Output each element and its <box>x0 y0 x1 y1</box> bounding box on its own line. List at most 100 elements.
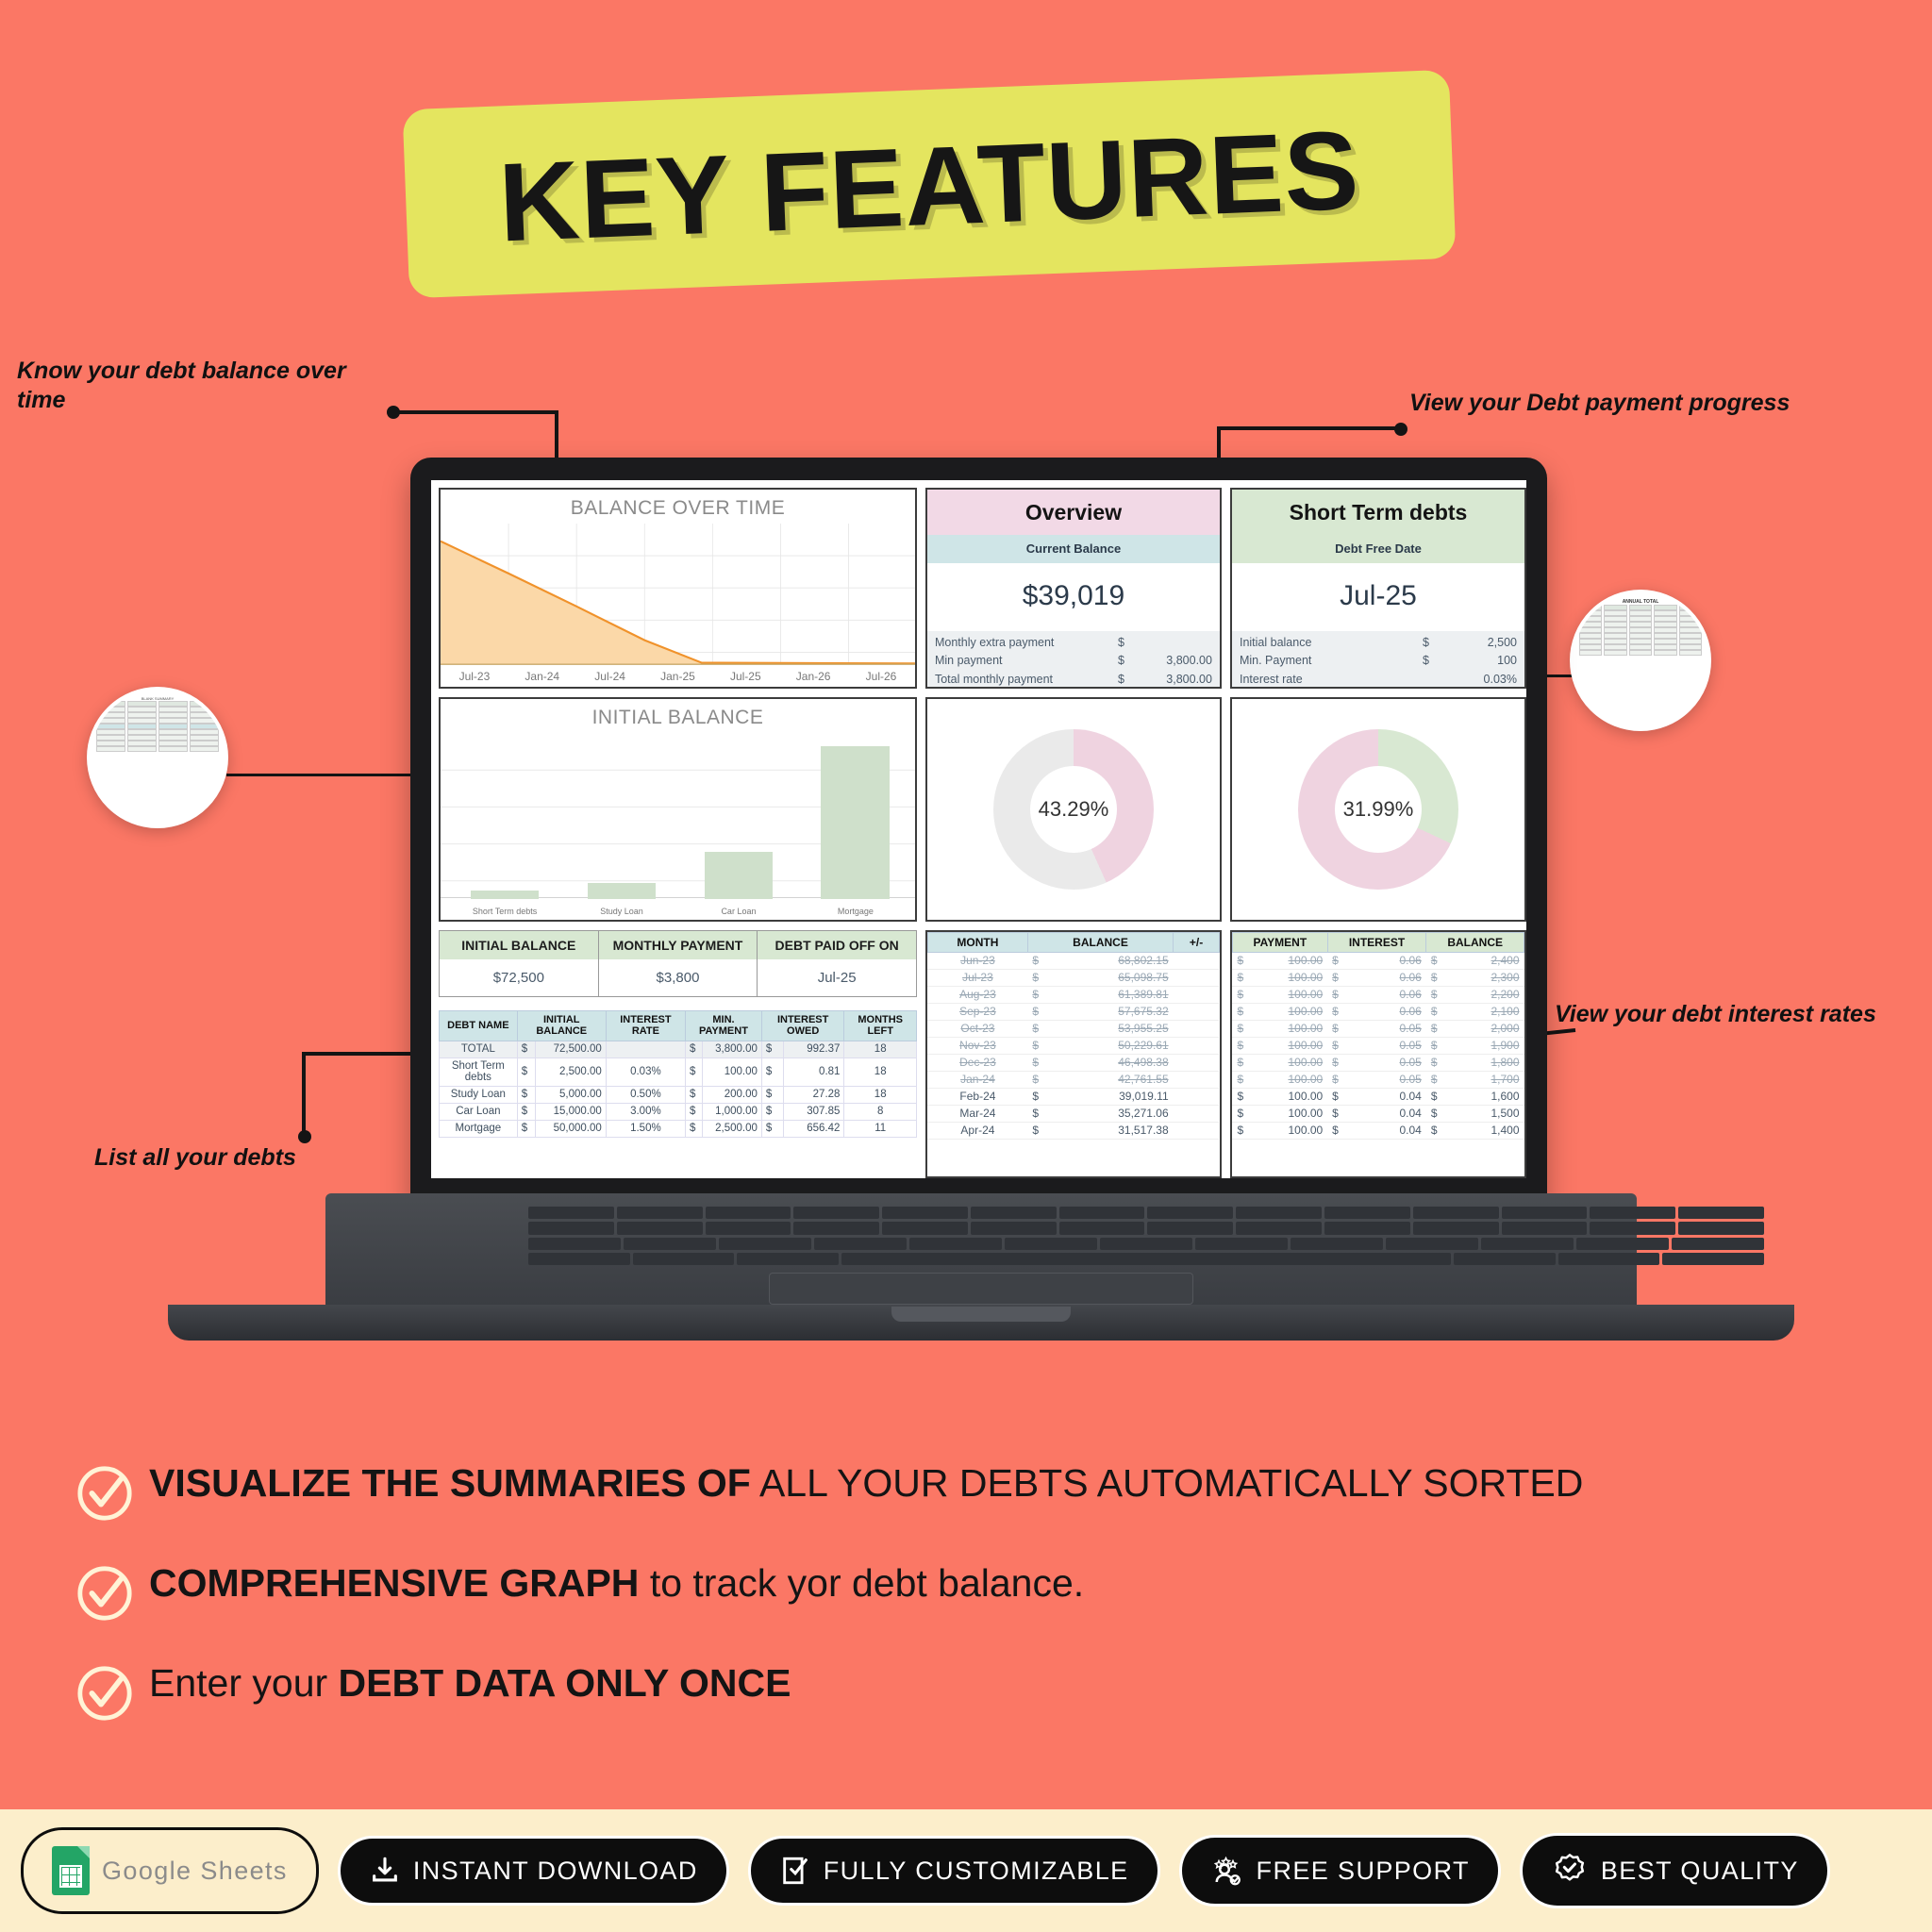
row-currency: $ <box>1423 654 1429 668</box>
table-row: $100.00 $0.06 $2,300 <box>1232 969 1524 987</box>
cell-rate: 1.50% <box>605 1119 687 1138</box>
cell-cur: $ <box>1327 1105 1361 1123</box>
annotation-payment-progress: View your Debt payment progress <box>1409 390 1790 416</box>
feature-text-3: Enter your DEBT DATA ONLY ONCE <box>149 1660 791 1707</box>
cell-name: TOTAL <box>439 1040 518 1058</box>
bar-column <box>576 739 667 899</box>
cell-delta <box>1173 1054 1220 1072</box>
cell-balance: 61,389.81 <box>1058 986 1174 1004</box>
cell-min: 3,800.00 <box>702 1040 762 1058</box>
cell-cur: $ <box>1232 1054 1257 1072</box>
leader-line-tl-h <box>393 410 558 414</box>
cell-interest: 0.06 <box>1360 952 1426 970</box>
cell-balance: 68,802.15 <box>1058 952 1174 970</box>
overview-progress-donut-panel[interactable]: 43.29% <box>924 696 1222 922</box>
cell-cur: $ <box>1027 1071 1058 1089</box>
cell-cur: $ <box>1425 1003 1456 1021</box>
cell-month: Sep-23 <box>927 1003 1028 1021</box>
overview-subheading: Current Balance <box>926 535 1220 563</box>
cell-rate <box>605 1040 687 1058</box>
cell-cur: $ <box>1027 1088 1058 1106</box>
cell-months: 18 <box>843 1057 917 1087</box>
cell-interest: 0.04 <box>1360 1122 1426 1140</box>
payment-interest-table[interactable]: PAYMENT INTEREST BALANCE $100.00 $0.06 $2,… <box>1231 931 1524 1140</box>
debt-table-header-row: DEBT NAME INITIAL BALANCE INTEREST RATE … <box>439 1009 917 1041</box>
short-term-row: Interest rate 0.03% <box>1240 671 1517 687</box>
cell-cur: $ <box>1425 986 1456 1004</box>
cell-interest: 656.42 <box>782 1119 845 1138</box>
feature-item-2: COMPREHENSIVE GRAPH to track yor debt ba… <box>75 1560 1774 1623</box>
cell-interest: 307.85 <box>782 1102 845 1121</box>
debt-summary-section: INITIAL BALANCE $72,500 MONTHLY PAYMENT … <box>439 929 917 1179</box>
cell-months: 11 <box>843 1119 917 1138</box>
balance-over-time-chart-panel[interactable]: BALANCE OVER TIME Jul-23 Jan-24 Jul-24 J… <box>439 488 917 689</box>
badge-google-sheets[interactable]: Google Sheets <box>21 1827 319 1914</box>
cell-min: 100.00 <box>702 1057 762 1087</box>
table-row: Jul-23 $65,098.75 <box>927 969 1220 987</box>
row-value <box>1144 634 1212 652</box>
summary-value: $3,800 <box>656 969 700 986</box>
bar-column <box>459 739 550 899</box>
table-row: Jan-24 $42,761.55 <box>927 1071 1220 1089</box>
short-term-progress-donut: 31.99% <box>1297 728 1458 890</box>
cell-balance: 1,400 <box>1455 1122 1524 1140</box>
short-term-row: Initial balance $2,500 <box>1240 634 1517 652</box>
table-row: Apr-24 $31,517.38 <box>927 1122 1220 1140</box>
short-term-progress-donut-panel[interactable]: 31.99% <box>1229 696 1526 922</box>
area-chart-svg <box>440 524 915 665</box>
debt-table[interactable]: DEBT NAME INITIAL BALANCE INTEREST RATE … <box>439 1009 917 1138</box>
short-term-progress-value: 31.99% <box>1342 796 1414 821</box>
badge-check-icon <box>1555 1854 1584 1881</box>
cell-cur: $ <box>1327 952 1361 970</box>
cell-interest: 0.06 <box>1360 969 1426 987</box>
month-balance-table[interactable]: MONTH BALANCE +/- Jun-23 $68,802.15 Jul-2… <box>926 931 1220 1140</box>
keyboard-row <box>528 1252 1765 1265</box>
table-row: Jun-23 $68,802.15 <box>927 952 1220 970</box>
cell-cur: $ <box>685 1057 704 1087</box>
badge-fully-customizable[interactable]: FULLY CUSTOMIZABLE <box>747 1836 1160 1906</box>
x-tick: Jul-26 <box>865 669 897 683</box>
cell-balance: 35,271.06 <box>1058 1105 1174 1123</box>
balance-chart-x-axis: Jul-23 Jan-24 Jul-24 Jan-25 Jul-25 Jan-2… <box>441 670 915 683</box>
col-balance: BALANCE <box>1026 931 1174 953</box>
overview-detail-rows: Monthly extra payment $ Min payment $3,800… <box>926 631 1220 687</box>
cell-balance: 72,500.00 <box>534 1040 607 1058</box>
badge-instant-download[interactable]: INSTANT DOWNLOAD <box>337 1836 729 1906</box>
cell-cur: $ <box>1232 1122 1257 1140</box>
cell-cur: $ <box>1425 969 1456 987</box>
cell-cur: $ <box>760 1102 784 1121</box>
laptop-screen: BALANCE OVER TIME Jul-23 Jan-24 Jul-24 J… <box>431 480 1526 1178</box>
cell-delta <box>1173 1020 1220 1038</box>
feature-bold-3: DEBT DATA ONLY ONCE <box>338 1661 791 1705</box>
cell-payment: 100.00 <box>1257 986 1328 1004</box>
initial-balance-bar-chart: Short Term debts Study Loan Car Loan Mor… <box>441 733 915 918</box>
donut-wrapper: 43.29% <box>927 699 1220 920</box>
overview-card-panel[interactable]: Overview Current Balance $39,019 Monthly… <box>924 488 1222 689</box>
badge-best-quality[interactable]: BEST QUALITY <box>1519 1833 1830 1908</box>
cell-name: Short Term debts <box>439 1057 518 1087</box>
short-term-card-panel[interactable]: Short Term debts Debt Free Date Jul-25 I… <box>1229 488 1526 689</box>
feature-text-1: VISUALIZE THE SUMMARIES OF ALL YOUR DEBT… <box>149 1460 1583 1507</box>
row-value: 100 <box>1497 654 1517 668</box>
cell-delta <box>1173 952 1220 970</box>
check-circle-icon <box>77 1666 132 1721</box>
x-tick: Jan-24 <box>525 669 560 683</box>
table-row: $100.00 $0.06 $2,200 <box>1232 986 1524 1004</box>
badge-free-support[interactable]: FREE SUPPORT <box>1178 1835 1501 1907</box>
payment-interest-table-panel[interactable]: PAYMENT INTEREST BALANCE $100.00 $0.06 $2,… <box>1229 929 1526 1178</box>
badge-label: Google Sheets <box>102 1856 288 1885</box>
col-months-left: MONTHS LEFT <box>843 1009 917 1041</box>
cell-cur: $ <box>760 1119 784 1138</box>
cell-interest: 0.05 <box>1360 1020 1426 1038</box>
table-row: $100.00 $0.04 $1,600 <box>1232 1088 1524 1106</box>
row-value: 0.03% <box>1483 672 1517 686</box>
summary-value: Jul-25 <box>817 969 857 986</box>
feature-item-1: VISUALIZE THE SUMMARIES OF ALL YOUR DEBT… <box>75 1460 1774 1523</box>
cell-cur: $ <box>760 1040 784 1058</box>
initial-balance-chart-panel[interactable]: INITIAL BALANCE Short Term debts Study L… <box>439 696 917 922</box>
cell-interest: 0.81 <box>782 1057 845 1087</box>
cell-cur: $ <box>1425 1037 1456 1055</box>
table-row: Aug-23 $61,389.81 <box>927 986 1220 1004</box>
col-month: MONTH <box>926 931 1028 953</box>
month-balance-table-panel[interactable]: MONTH BALANCE +/- Jun-23 $68,802.15 Jul-2… <box>924 929 1222 1178</box>
